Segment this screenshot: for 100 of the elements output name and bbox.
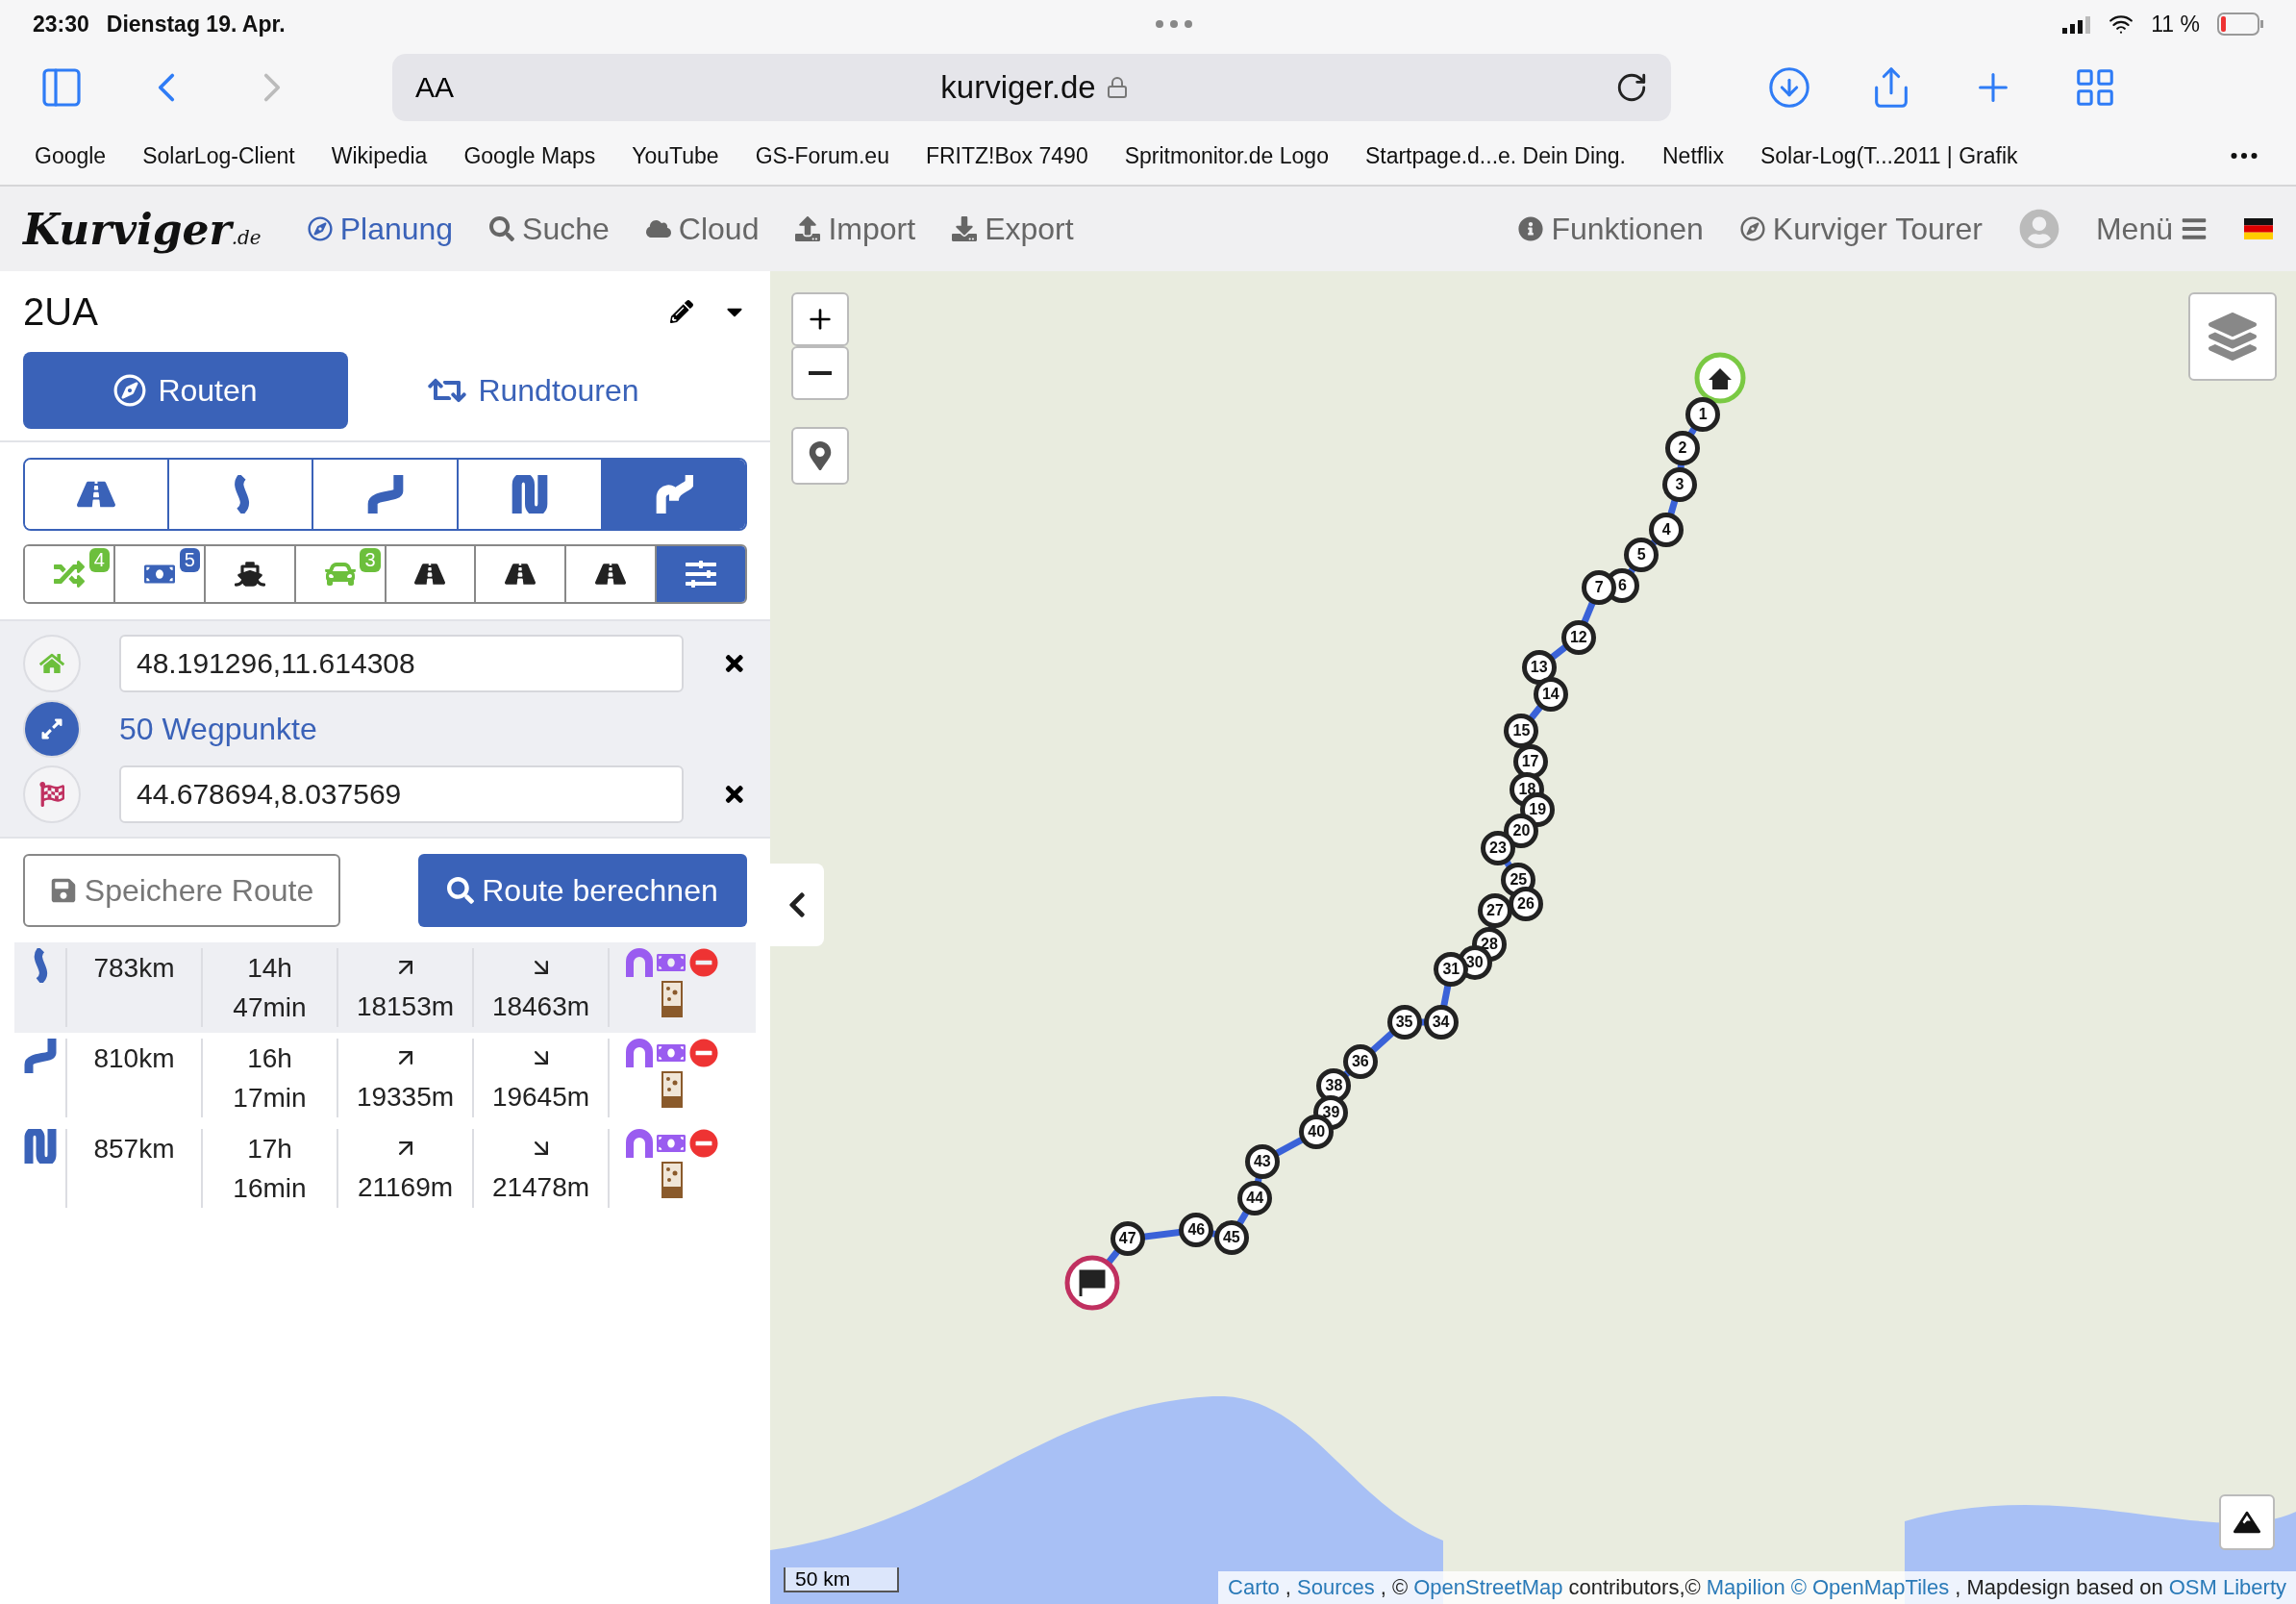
bookmark-link[interactable]: GS-Forum.eu [755,142,889,169]
waypoint-marker[interactable]: 12 [1560,619,1596,655]
kurviger-logo[interactable]: Kurviger.de [23,204,262,254]
nav-link[interactable]: Funktionen [1518,211,1704,247]
home-icon [39,651,64,676]
waypoint-marker[interactable]: 7 [1582,569,1617,605]
route-type-button[interactable] [25,460,170,529]
location-button[interactable] [791,427,849,485]
count-badge: 5 [179,548,200,572]
mode-tab[interactable]: Rundtouren [371,352,696,429]
waypoint-marker[interactable]: 45 [1213,1219,1249,1255]
attribution-link[interactable]: OpenStreetMap [1413,1575,1563,1600]
bookmark-link[interactable]: Google Maps [463,142,596,169]
route-type-button[interactable] [602,460,745,529]
waypoint-marker[interactable]: 35 [1386,1005,1422,1040]
more-dots-icon [1154,19,1193,29]
search-icon [489,216,515,241]
no-entry-icon [688,948,718,977]
bookmark-link[interactable]: Wikipedia [331,142,428,169]
url-bar[interactable]: AA kurviger.de [392,54,1671,121]
waypoint-marker[interactable]: 3 [1661,467,1697,503]
nav-link[interactable]: Planung [307,211,454,247]
expand-icon [40,717,63,740]
attribution-link[interactable]: Carto [1228,1575,1280,1600]
end-field[interactable]: 44.678694,8.037569 [119,765,685,823]
nav-link[interactable]: Export [952,211,1074,247]
download-icon[interactable] [1767,65,1811,110]
waypoint-marker[interactable]: 36 [1342,1044,1378,1080]
zoom-out-button[interactable] [791,346,849,400]
route-title: 2UA [23,289,99,334]
bookmark-link[interactable]: Netflix [1662,142,1724,169]
attribution-text: contributors,© [1568,1575,1701,1600]
waypoint-marker[interactable]: 46 [1179,1213,1214,1248]
status-time: 23:30 [33,11,89,38]
bookmark-link[interactable]: Startpage.d...e. Dein Ding. [1364,142,1626,169]
pencil-icon[interactable] [670,300,693,323]
start-field[interactable]: 48.191296,11.614308 [119,635,685,692]
nav-link[interactable]: Suche [489,211,610,247]
text-size-label[interactable]: AA [415,71,455,104]
finish-pin-icon[interactable] [1063,1254,1122,1313]
collapse-panel-button[interactable] [770,864,824,946]
waypoint-marker[interactable]: 5 [1624,538,1660,573]
nav-link[interactable]: Cloud [645,211,760,247]
compass-icon [113,374,147,407]
url-text: kurviger.de [940,69,1096,106]
waypoint-marker[interactable]: 2 [1664,431,1700,466]
calculate-route-button[interactable]: Route berechnen [418,854,747,927]
waypoint-marker[interactable]: 14 [1533,676,1568,712]
waypoint-marker[interactable]: 15 [1504,713,1539,748]
waypoint-marker[interactable]: 1 [1685,397,1721,432]
no-entry-icon [688,1039,718,1067]
curvy-road-icon [654,475,693,514]
nav-link[interactable]: Import [795,211,916,247]
distance-text: 810km [93,1042,175,1075]
bookmark-link[interactable]: YouTube [632,142,719,169]
curvy-road-icon [365,475,405,514]
layers-icon [2209,313,2257,361]
waypoint-marker[interactable]: 47 [1110,1221,1145,1257]
waypoint-marker[interactable]: 43 [1244,1143,1280,1179]
zoom-in-button[interactable] [791,292,849,346]
battery-icon [2217,13,2263,36]
bookmark-link[interactable]: Solar-Log(T...2011 | Grafik [1759,142,2018,169]
waypoint-marker[interactable]: 13 [1521,650,1557,686]
elevation-button[interactable] [2219,1494,2275,1550]
attribution-link[interactable]: Mapilion [1706,1575,1785,1600]
mountain-icon [2234,1509,2260,1536]
route-result-row[interactable]: 783km 14h 47min 18153m 18463m [14,942,756,1033]
signal-icon [2062,14,2092,34]
waypoint-marker[interactable]: 4 [1649,513,1685,548]
attribution-text: , Mapdesign based on [1955,1575,2163,1600]
gravel-road-icon [661,981,683,1017]
attribution-text: , © [1380,1575,1409,1600]
nav-link[interactable]: Kurviger Tourer [1739,211,1983,247]
scale-bar: 50 km [784,1567,899,1592]
search-icon [447,877,475,904]
waypoints-link[interactable]: 50 Wegpunkte [119,711,317,747]
bookmark-link[interactable]: SolarLog-Client [142,142,295,169]
save-route-button[interactable]: Speichere Route [23,854,340,927]
count-badge: 4 [88,548,110,572]
bookmark-link[interactable]: Google [35,142,107,169]
start-pin-icon[interactable] [1692,351,1747,406]
attribution-text: , [1285,1575,1291,1600]
german-flag-icon[interactable] [2244,218,2273,239]
waypoint-marker[interactable]: 27 [1477,893,1512,929]
reload-icon[interactable] [1615,71,1648,104]
bookmark-link[interactable]: Spritmonitor.de Logo [1124,142,1329,169]
bookmark-link[interactable]: FRITZ!Box 7490 [925,142,1088,169]
waypoint-marker[interactable]: 34 [1423,1005,1459,1040]
mode-tab[interactable]: Routen [23,352,348,429]
duration-text: 17h 16min [232,1133,308,1205]
attribution-link[interactable]: OSM Liberty [2168,1575,2286,1600]
descent-text: 19645m [491,1081,590,1114]
attribution-link[interactable]: Sources [1297,1575,1375,1600]
gravel-road-icon [661,1162,683,1198]
upload-icon [795,216,821,241]
waypoint-marker[interactable]: 44 [1237,1180,1273,1216]
layers-button[interactable] [2188,292,2277,381]
count-badge: 3 [360,548,381,572]
attribution-link[interactable]: © OpenMapTiles [1790,1575,1950,1600]
nav-link[interactable]: Menü [2095,211,2208,247]
